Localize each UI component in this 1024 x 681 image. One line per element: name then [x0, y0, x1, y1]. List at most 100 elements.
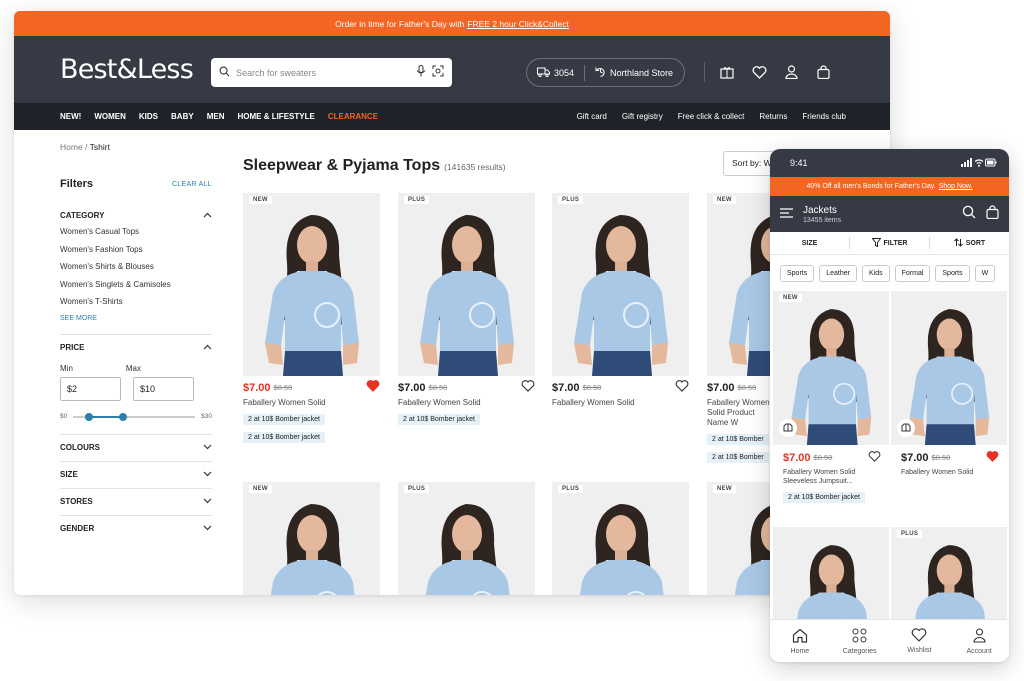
- try-on-icon[interactable]: [897, 419, 915, 437]
- see-more-link[interactable]: SEE MORE: [60, 315, 212, 334]
- category-option[interactable]: Women's Shirts & Blouses: [60, 262, 212, 280]
- category-option[interactable]: Women's Singlets & Camisoles: [60, 280, 212, 298]
- product-image[interactable]: NEW: [243, 193, 380, 376]
- sort-button[interactable]: SORT: [930, 237, 1009, 249]
- stores-filter-header[interactable]: STORES: [60, 489, 212, 515]
- product-card[interactable]: NEW $7.00 $8.50 Faballery Women Solid 2 a…: [243, 193, 380, 444]
- menu-icon[interactable]: [780, 205, 793, 223]
- product-image[interactable]: PLUS: [398, 482, 535, 595]
- size-filter-header[interactable]: SIZE: [60, 462, 212, 488]
- product-image[interactable]: NEW: [243, 482, 380, 595]
- gender-filter[interactable]: GENDER: [60, 516, 212, 542]
- heart-filled-icon[interactable]: [986, 449, 999, 467]
- slider-min-handle[interactable]: [85, 412, 94, 421]
- category-filter-header[interactable]: CATEGORY: [60, 203, 212, 227]
- product-badge: NEW: [249, 485, 272, 493]
- chip-sports[interactable]: Sports: [780, 264, 815, 282]
- product-name[interactable]: Faballery Women Solid: [552, 398, 689, 408]
- heart-filled-icon[interactable]: [366, 379, 380, 397]
- product-card[interactable]: NEW: [243, 482, 380, 595]
- bag-icon[interactable]: [986, 204, 999, 224]
- gift-card-icon[interactable]: [711, 65, 743, 79]
- tab-wishlist[interactable]: Wishlist: [890, 620, 950, 662]
- product-name[interactable]: Faballery Women Solid Product Name W: [707, 398, 777, 428]
- size-button[interactable]: SIZE: [770, 240, 849, 247]
- slider-max-handle[interactable]: [119, 412, 128, 421]
- colours-filter-header[interactable]: COLOURS: [60, 435, 212, 461]
- size-filter[interactable]: SIZE: [60, 462, 212, 489]
- price-filter-header[interactable]: PRICE: [60, 335, 212, 361]
- try-on-icon[interactable]: [779, 419, 797, 437]
- microphone-icon[interactable]: [416, 64, 426, 82]
- tab-account[interactable]: Account: [949, 620, 1009, 662]
- user-icon[interactable]: [775, 65, 807, 79]
- image-search-icon[interactable]: [432, 64, 444, 82]
- heart-icon[interactable]: [743, 65, 775, 79]
- product-card[interactable]: PLUS: [398, 482, 535, 595]
- tab-categories[interactable]: Categories: [830, 620, 890, 662]
- product-image[interactable]: [891, 291, 1007, 445]
- user-icon: [973, 627, 986, 645]
- product-name[interactable]: Faballery Women Solid Sleeveless Jumpsui…: [773, 468, 869, 486]
- search-bar[interactable]: [211, 58, 452, 87]
- breadcrumb-home[interactable]: Home: [60, 142, 83, 152]
- product-name[interactable]: Faballery Women Solid: [891, 468, 1007, 477]
- stores-filter[interactable]: STORES: [60, 489, 212, 516]
- chip-kids[interactable]: Kids: [861, 264, 890, 282]
- product-image[interactable]: PLUS: [552, 482, 689, 595]
- category-option[interactable]: Women's T-Shirts: [60, 297, 212, 315]
- nav-gift-card[interactable]: Gift card: [577, 112, 607, 121]
- product-card[interactable]: $7.00 $8.50 Faballery Women Solid: [891, 291, 1007, 477]
- tab-home[interactable]: Home: [770, 620, 830, 662]
- category-option[interactable]: Women's Fashion Tops: [60, 245, 212, 263]
- heart-icon[interactable]: [675, 379, 689, 397]
- max-price-input[interactable]: [133, 376, 194, 401]
- product-card[interactable]: PLUS $7.00 $8.50 Faballery Women Solid: [552, 193, 689, 408]
- nav-item-men[interactable]: MEN: [207, 112, 225, 121]
- nav-item-women[interactable]: WOMEN: [94, 112, 126, 121]
- nav-item-baby[interactable]: BABY: [171, 112, 194, 121]
- product-card[interactable]: NEW $7.00 $8.50 Faballery Women Solid Sle…: [773, 291, 889, 504]
- search-input[interactable]: [236, 67, 410, 78]
- bag-icon[interactable]: [807, 65, 839, 79]
- nav-free-click-collect[interactable]: Free click & collect: [678, 112, 745, 121]
- delivery-postcode[interactable]: 3054: [527, 59, 584, 86]
- sort-label: SORT: [965, 239, 986, 247]
- chevron-up-icon: [203, 211, 212, 220]
- site-logo[interactable]: Best&Less: [60, 54, 212, 85]
- delivery-store-selector[interactable]: 3054 Northland Store: [526, 58, 685, 87]
- heart-icon[interactable]: [521, 379, 535, 397]
- nav-friends-club[interactable]: Friends club: [802, 112, 846, 121]
- nav-gift-registry[interactable]: Gift registry: [622, 112, 663, 121]
- product-image[interactable]: PLUS: [552, 193, 689, 376]
- product-price: $7.00: [783, 451, 811, 464]
- chip-sports[interactable]: Sports: [935, 264, 970, 282]
- colours-filter[interactable]: COLOURS: [60, 435, 212, 462]
- product-image[interactable]: NEW: [773, 291, 889, 445]
- filter-button[interactable]: FILTER: [850, 237, 929, 249]
- store-picker[interactable]: Northland Store: [585, 59, 683, 86]
- nav-item-home-lifestyle[interactable]: HOME & LIFESTYLE: [237, 112, 314, 121]
- heart-icon[interactable]: [868, 449, 881, 467]
- product-name[interactable]: Faballery Women Solid: [398, 398, 535, 408]
- slider-track[interactable]: [73, 412, 196, 421]
- mobile-promo-link[interactable]: Shop Now.: [939, 183, 973, 190]
- nav-item-new[interactable]: NEW!: [60, 112, 81, 121]
- result-count: (141635 results): [444, 162, 506, 172]
- product-image[interactable]: PLUS: [398, 193, 535, 376]
- min-price-input[interactable]: [60, 376, 121, 401]
- product-name[interactable]: Faballery Women Solid: [243, 398, 380, 408]
- product-card[interactable]: PLUS: [552, 482, 689, 595]
- product-card[interactable]: PLUS $7.00 $8.50 Faballery Women Solid 2 …: [398, 193, 535, 426]
- gender-filter-header[interactable]: GENDER: [60, 516, 212, 542]
- nav-item-clearance[interactable]: CLEARANCE: [328, 112, 378, 121]
- promo-link[interactable]: FREE 2 hour Click&Collect: [467, 19, 569, 29]
- chip-formal[interactable]: Formal: [894, 264, 931, 282]
- nav-item-kids[interactable]: KIDS: [139, 112, 158, 121]
- clear-all-button[interactable]: CLEAR ALL: [172, 181, 212, 188]
- nav-returns[interactable]: Returns: [759, 112, 787, 121]
- chip-more[interactable]: W: [974, 264, 996, 282]
- search-icon[interactable]: [962, 205, 976, 224]
- category-option[interactable]: Women's Casual Tops: [60, 227, 212, 245]
- chip-leather[interactable]: Leather: [819, 264, 857, 282]
